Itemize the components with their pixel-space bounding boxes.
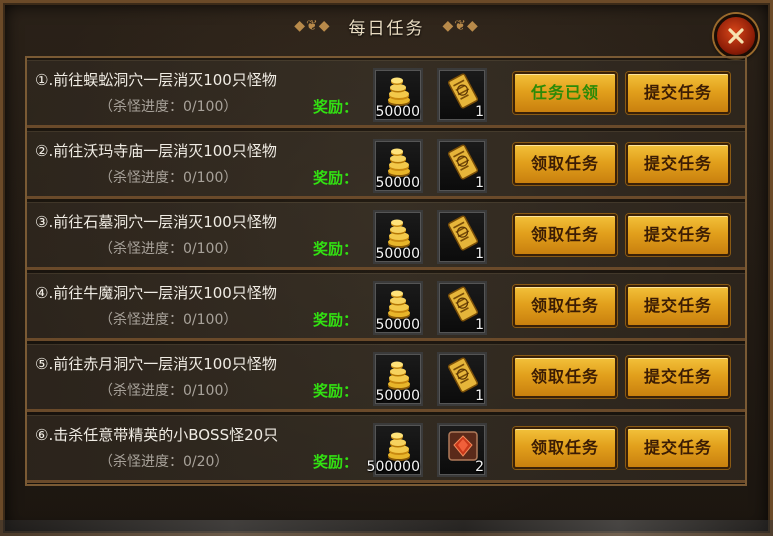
gold-amount: 50000	[375, 317, 420, 333]
item-reward-slot[interactable]: 1	[437, 352, 487, 406]
task-row: ⑤.前往赤月洞穴一层消灭100只怪物 （杀怪进度：0/100） 奖励： 5000…	[27, 344, 745, 412]
task-name: ②.前往沃玛寺庙一层消灭100只怪物	[35, 142, 277, 160]
task-row: ④.前往牛魔洞穴一层消灭100只怪物 （杀怪进度：0/100） 奖励： 5000…	[27, 273, 745, 341]
submit-task-button[interactable]: 提交任务	[626, 72, 730, 114]
window-title: 每日任务	[348, 18, 425, 39]
task-progress: （杀怪进度：0/100）	[99, 170, 238, 186]
gold-amount: 50000	[375, 246, 420, 262]
claim-task-button[interactable]: 领取任务	[513, 285, 617, 327]
close-button[interactable]	[714, 14, 758, 58]
task-progress: （杀怪进度：0/20）	[99, 454, 229, 470]
submit-task-button[interactable]: 提交任务	[626, 214, 730, 256]
left-ornament: ◆❦◆	[294, 18, 331, 34]
submit-task-button[interactable]: 提交任务	[626, 427, 730, 469]
gold-amount: 50000	[375, 175, 420, 191]
task-name: ⑤.前往赤月洞穴一层消灭100只怪物	[35, 355, 277, 373]
item-reward-slot[interactable]: 1	[437, 139, 487, 193]
reward-label: 奖励：	[313, 169, 359, 187]
submit-task-button[interactable]: 提交任务	[626, 356, 730, 398]
item-count: 1	[475, 388, 484, 404]
task-progress: （杀怪进度：0/100）	[99, 383, 238, 399]
gold-amount: 50000	[375, 388, 420, 404]
gold-reward-slot[interactable]: 50000	[373, 352, 423, 406]
task-name: ⑥.击杀任意带精英的小BOSS怪20只	[35, 426, 279, 444]
item-count: 1	[475, 246, 484, 262]
item-count: 2	[475, 459, 484, 475]
reward-label: 奖励：	[313, 240, 359, 258]
item-reward-slot[interactable]: 2	[437, 423, 487, 477]
task-name: ④.前往牛魔洞穴一层消灭100只怪物	[35, 284, 277, 302]
task-row: ③.前往石墓洞穴一层消灭100只怪物 （杀怪进度：0/100） 奖励： 5000…	[27, 202, 745, 270]
task-name: ③.前往石墓洞穴一层消灭100只怪物	[35, 213, 277, 231]
task-progress: （杀怪进度：0/100）	[99, 312, 238, 328]
claim-task-button[interactable]: 领取任务	[513, 427, 617, 469]
gold-reward-slot[interactable]: 50000	[373, 210, 423, 264]
right-ornament: ◆❦◆	[442, 18, 479, 34]
item-count: 1	[475, 104, 484, 120]
claim-task-button[interactable]: 领取任务	[513, 214, 617, 256]
gold-reward-slot[interactable]: 50000	[373, 68, 423, 122]
claim-task-button[interactable]: 领取任务	[513, 143, 617, 185]
item-count: 1	[475, 175, 484, 191]
reward-label: 奖励：	[313, 311, 359, 329]
item-count: 1	[475, 317, 484, 333]
submit-task-button[interactable]: 提交任务	[626, 143, 730, 185]
claim-task-button[interactable]: 领取任务	[513, 356, 617, 398]
reward-label: 奖励：	[313, 98, 359, 116]
gold-amount: 50000	[375, 104, 420, 120]
submit-task-button[interactable]: 提交任务	[626, 285, 730, 327]
task-progress: （杀怪进度：0/100）	[99, 241, 238, 257]
item-reward-slot[interactable]: 1	[437, 281, 487, 335]
reward-label: 奖励：	[313, 382, 359, 400]
reward-label: 奖励：	[313, 453, 359, 471]
claim-task-button[interactable]: 任务已领	[513, 72, 617, 114]
gold-reward-slot[interactable]: 500000	[367, 423, 423, 477]
bottom-background-strip	[0, 520, 773, 536]
window-header: ◆❦◆ 每日任务 ◆❦◆	[0, 0, 773, 52]
gold-reward-slot[interactable]: 50000	[373, 281, 423, 335]
item-reward-slot[interactable]: 1	[437, 68, 487, 122]
task-row: ⑥.击杀任意带精英的小BOSS怪20只 （杀怪进度：0/20） 奖励： 5000…	[27, 415, 745, 483]
task-row: ①.前往蜈蚣洞穴一层消灭100只怪物 （杀怪进度：0/100） 奖励： 5000…	[27, 60, 745, 128]
gold-amount: 500000	[366, 459, 420, 475]
task-progress: （杀怪进度：0/100）	[99, 99, 238, 115]
item-reward-slot[interactable]: 1	[437, 210, 487, 264]
gold-reward-slot[interactable]: 50000	[373, 139, 423, 193]
task-name: ①.前往蜈蚣洞穴一层消灭100只怪物	[35, 71, 277, 89]
close-x-icon	[728, 28, 744, 44]
task-row: ②.前往沃玛寺庙一层消灭100只怪物 （杀怪进度：0/100） 奖励： 5000…	[27, 131, 745, 199]
